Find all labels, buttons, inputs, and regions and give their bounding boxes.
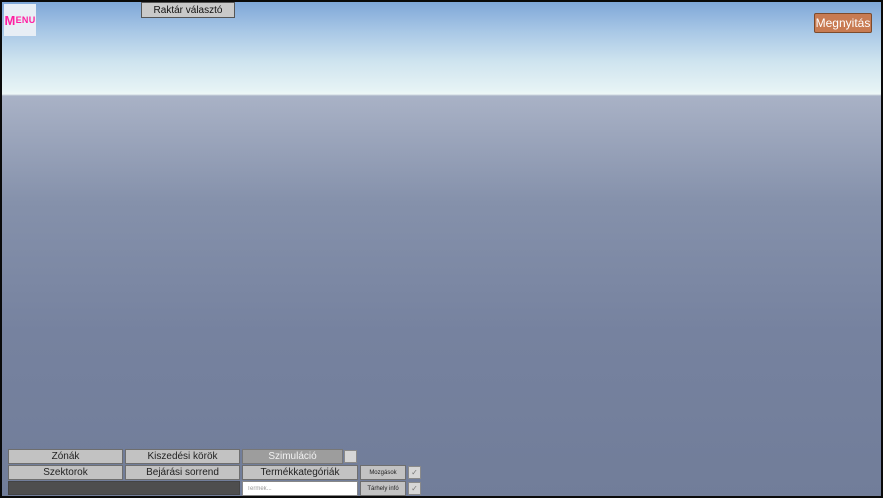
check-icon: ✓ <box>411 468 418 477</box>
warehouse-selector-button[interactable]: Raktár választó <box>141 2 235 18</box>
menu-label-rest: enu <box>15 15 36 25</box>
storage-info-button[interactable]: Tárhely infó <box>360 481 406 496</box>
movements-checkbox[interactable]: ✓ <box>408 466 421 479</box>
zones-button[interactable]: Zónák <box>8 449 123 464</box>
picking-rounds-button[interactable]: Kiszedési körök <box>125 449 240 464</box>
sectors-button[interactable]: Szektorok <box>8 465 123 480</box>
movements-button[interactable]: Mozgások <box>360 465 406 480</box>
simulation-checkbox[interactable] <box>344 450 357 463</box>
check-icon: ✓ <box>411 484 418 493</box>
product-search-input[interactable] <box>242 481 358 496</box>
open-button[interactable]: Megnyitás <box>814 13 872 33</box>
scene-viewport[interactable]: Menu Raktár választó Megnyitás Zónák Kis… <box>0 0 883 498</box>
product-categories-button[interactable]: Termékkategóriák <box>242 465 358 480</box>
traversal-order-button[interactable]: Bejárási sorrend <box>125 465 240 480</box>
storage-info-checkbox[interactable]: ✓ <box>408 482 421 495</box>
status-bar <box>8 481 240 495</box>
simulation-button[interactable]: Szimuláció <box>242 449 343 464</box>
menu-label-initial: M <box>4 12 16 28</box>
menu-button[interactable]: Menu <box>4 4 36 36</box>
